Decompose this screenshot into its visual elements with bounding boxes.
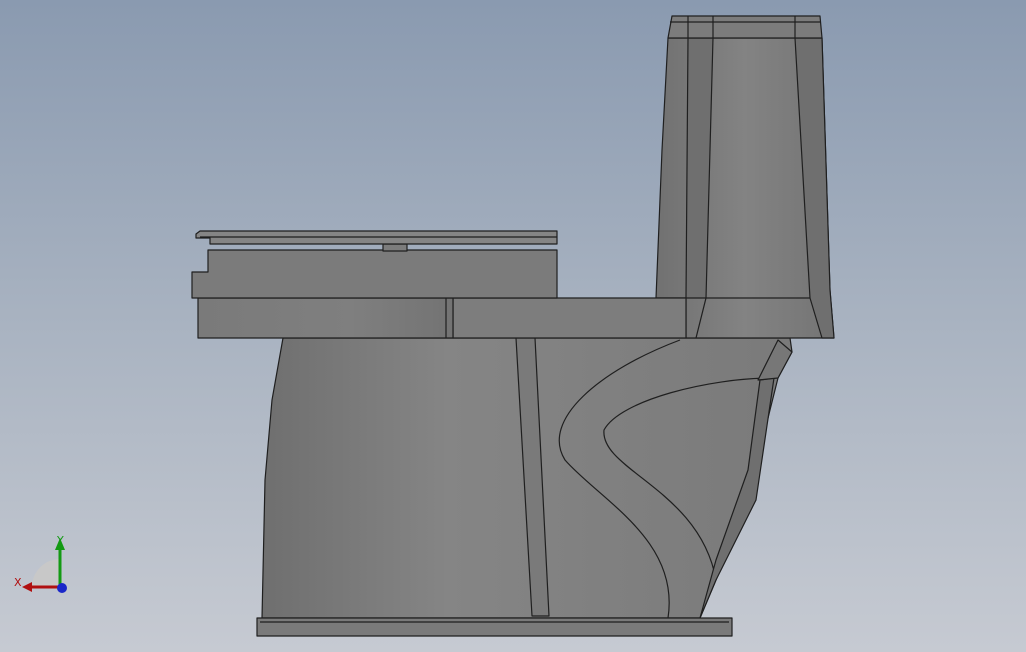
tank-lid [667, 15, 823, 39]
seat-hinge [382, 243, 408, 252]
triad-quadrant [32, 559, 60, 587]
axis-triad: Y X [14, 534, 67, 593]
base-plate [256, 617, 733, 637]
bowl-rim [452, 297, 687, 339]
toilet-model-side-view[interactable] [0, 0, 1026, 652]
seat-upper-block [191, 249, 558, 299]
x-axis-label: X [14, 576, 22, 589]
seat-ring [197, 297, 454, 339]
graphics-viewport[interactable]: Y X [0, 0, 1026, 652]
z-axis-dot [57, 583, 67, 593]
y-axis-label: Y [56, 534, 64, 547]
